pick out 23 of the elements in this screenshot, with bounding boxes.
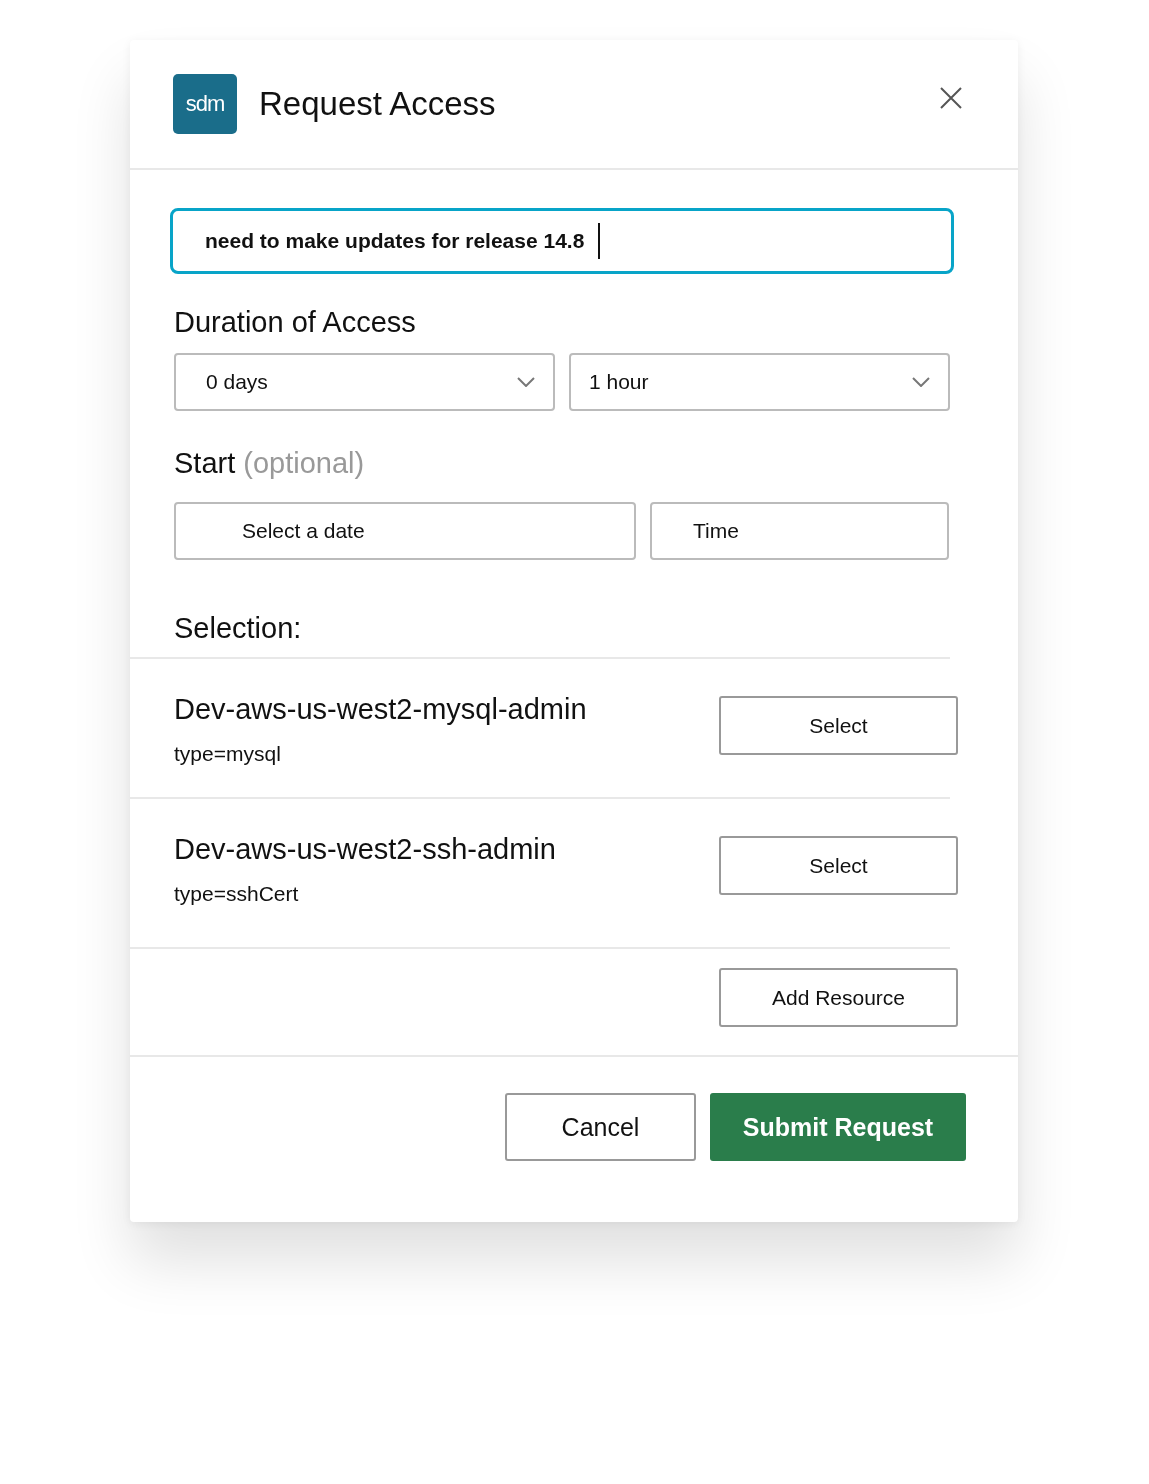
cancel-button[interactable]: Cancel — [505, 1093, 696, 1161]
reason-field[interactable]: need to make updates for release 14.8 — [170, 208, 954, 274]
submit-button[interactable]: Submit Request — [710, 1093, 966, 1161]
start-label: Start — [174, 447, 236, 479]
selection-label: Selection: — [174, 612, 303, 645]
select-button[interactable]: Select — [719, 836, 958, 895]
days-dropdown[interactable]: 0 days — [174, 353, 555, 411]
close-icon[interactable] — [939, 86, 963, 110]
chevron-icon — [912, 377, 930, 387]
resource-type: type=mysql — [174, 742, 282, 766]
time-field[interactable]: Time — [650, 502, 949, 560]
select-button[interactable]: Select — [719, 696, 958, 755]
date-field[interactable]: Select a date — [174, 502, 636, 560]
optional-hint: (optional) — [243, 447, 365, 479]
dialog-title: Request Access — [259, 85, 497, 123]
chevron-icon — [517, 377, 535, 387]
logo-badge: sdm — [173, 74, 237, 134]
hours-dropdown[interactable]: 1 hour — [569, 353, 950, 411]
resource-name: Dev-aws-us-west2-mysql-admin — [174, 693, 587, 726]
resource-type: type=sshCert — [174, 882, 300, 906]
duration-label: Duration of Access — [174, 306, 417, 339]
resource-name: Dev-aws-us-west2-ssh-admin — [174, 833, 556, 866]
add-resource-button[interactable]: Add Resource — [719, 968, 958, 1027]
